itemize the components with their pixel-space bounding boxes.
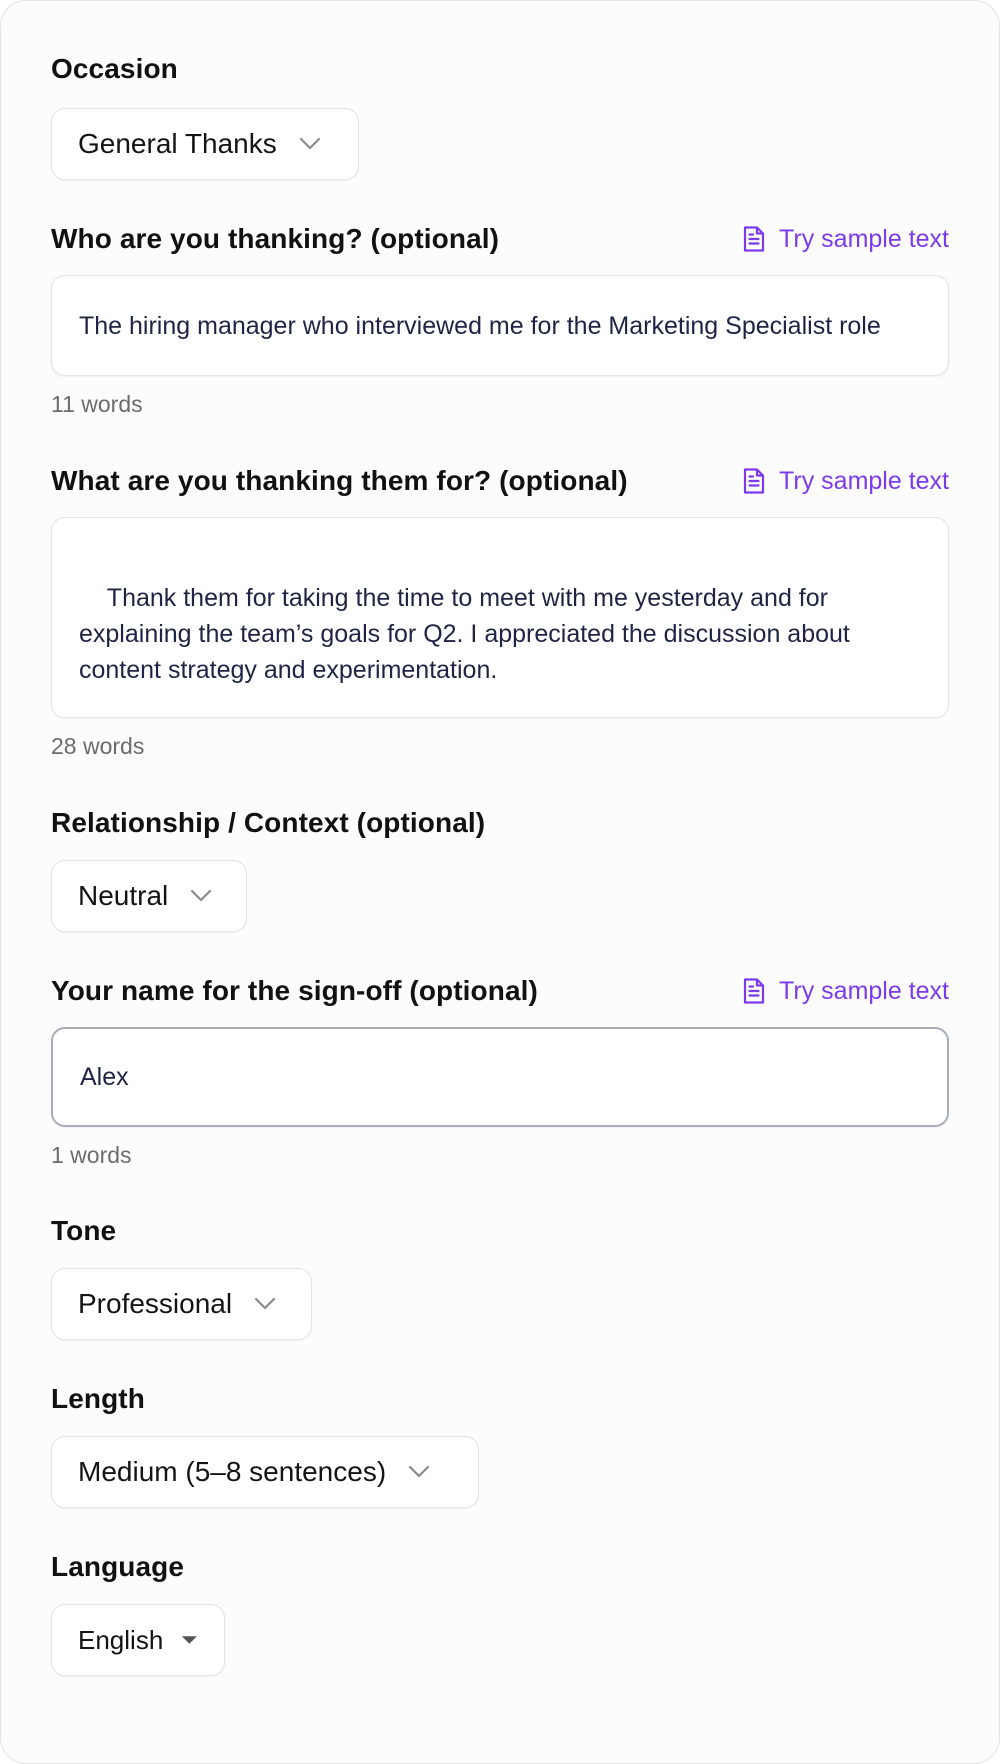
document-icon: [743, 978, 765, 1004]
length-label-row: Length: [51, 1383, 949, 1415]
tone-select-value: Professional: [78, 1288, 233, 1319]
reason-label-row: What are you thanking them for? (optiona…: [51, 465, 949, 497]
document-icon: [743, 468, 765, 494]
caret-down-icon: [182, 1636, 198, 1644]
signoff-input[interactable]: Alex: [51, 1027, 949, 1127]
recipient-sample-link[interactable]: Try sample text: [741, 225, 949, 254]
language-label-row: Language: [51, 1551, 949, 1583]
chevron-down-icon: [191, 889, 212, 902]
signoff-sample-link[interactable]: Try sample text: [741, 977, 949, 1006]
signoff-input-value: Alex: [80, 1063, 129, 1091]
occasion-label: Occasion: [51, 53, 178, 84]
length-select[interactable]: Medium (5–8 sentences): [51, 1436, 479, 1508]
relationship-label: Relationship / Context (optional): [51, 807, 486, 838]
form-card: Occasion General Thanks Who are you than…: [0, 0, 1000, 1764]
recipient-word-count: 11 words: [51, 391, 143, 417]
reason-sample-label: Try sample text: [779, 466, 949, 495]
recipient-input-value: The hiring manager who interviewed me fo…: [79, 311, 881, 340]
length-field: Length: [51, 1383, 949, 1415]
document-icon: [743, 226, 765, 252]
chevron-down-icon: [299, 137, 320, 150]
signoff-field: Your name for the sign-off (optional) Tr…: [51, 975, 949, 1007]
tone-select[interactable]: Professional: [51, 1268, 312, 1340]
reason-label: What are you thanking them for? (optiona…: [51, 465, 628, 496]
signoff-sample-label: Try sample text: [779, 976, 949, 1005]
relationship-field: Relationship / Context (optional): [51, 807, 949, 839]
tone-field: Tone: [51, 1215, 949, 1247]
reason-textarea[interactable]: Thank them for taking the time to meet w…: [51, 517, 949, 718]
recipient-sample-label: Try sample text: [779, 224, 949, 253]
language-field: Language: [51, 1551, 949, 1583]
relationship-label-row: Relationship / Context (optional): [51, 807, 949, 839]
recipient-field: Who are you thanking? (optional) Try sam…: [51, 223, 949, 255]
recipient-label: Who are you thanking? (optional): [51, 223, 500, 254]
reason-word-count: 28 words: [51, 733, 145, 759]
length-select-value: Medium (5–8 sentences): [78, 1456, 387, 1487]
tone-label-row: Tone: [51, 1215, 949, 1247]
occasion-field: Occasion: [51, 53, 949, 85]
tone-label: Tone: [51, 1215, 117, 1246]
occasion-select-value: General Thanks: [78, 128, 277, 159]
recipient-input[interactable]: The hiring manager who interviewed me fo…: [51, 275, 949, 376]
recipient-label-row: Who are you thanking? (optional) Try sam…: [51, 223, 949, 255]
relationship-select[interactable]: Neutral: [51, 860, 247, 932]
language-select[interactable]: English: [51, 1604, 225, 1676]
signoff-label: Your name for the sign-off (optional): [51, 975, 538, 1006]
signoff-label-row: Your name for the sign-off (optional) Tr…: [51, 975, 949, 1007]
chevron-down-icon: [254, 1297, 276, 1310]
chevron-down-icon: [409, 1465, 430, 1478]
reason-sample-link[interactable]: Try sample text: [741, 467, 949, 496]
language-label: Language: [51, 1551, 185, 1582]
length-label: Length: [51, 1383, 145, 1414]
relationship-select-value: Neutral: [78, 880, 169, 911]
occasion-label-row: Occasion: [51, 53, 949, 85]
reason-textarea-value: Thank them for taking the time to meet w…: [79, 584, 850, 684]
reason-field: What are you thanking them for? (optiona…: [51, 465, 949, 497]
occasion-select[interactable]: General Thanks: [51, 108, 359, 180]
signoff-word-count: 1 words: [51, 1142, 132, 1168]
language-select-value: English: [78, 1624, 164, 1655]
